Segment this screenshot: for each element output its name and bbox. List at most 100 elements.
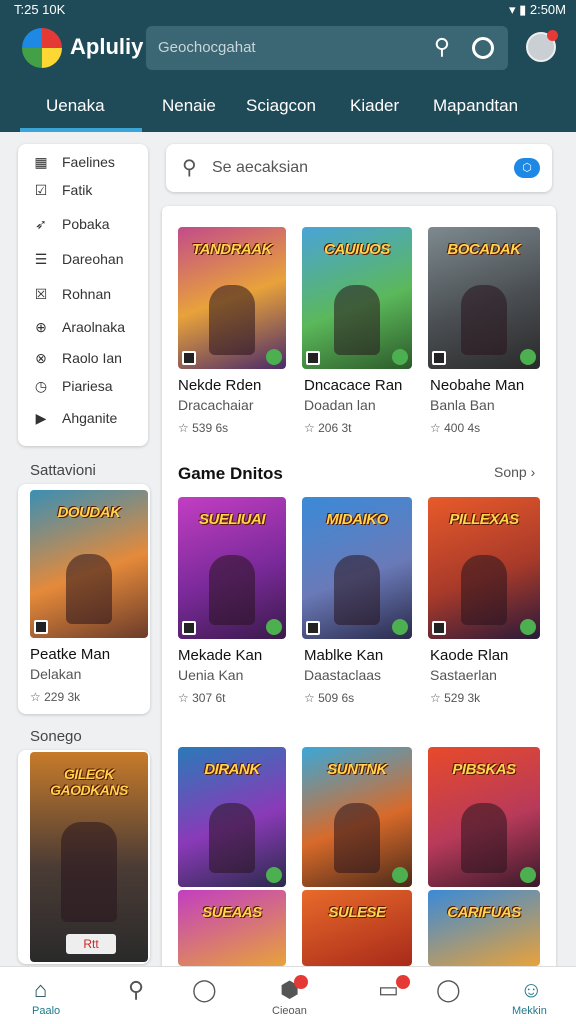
game-rating: ☆ 229 3k [30, 690, 81, 704]
nav-library[interactable]: ▭ [376, 967, 412, 1024]
check-box-icon: ☒ [34, 286, 48, 302]
verified-badge [266, 349, 282, 365]
game-name: Dncacace Ran [304, 377, 403, 394]
sidebar-item-2[interactable]: ➶ Pobaka [32, 216, 109, 233]
top-search-placeholder: Geochocgahat [158, 39, 256, 56]
game-thumbnail-r3-1[interactable]: SUNTNK [302, 747, 412, 887]
game-name: Mekade Kan [178, 647, 263, 664]
nav-profile[interactable]: ☺ Mekkin [508, 967, 558, 1024]
game-thumbnail-r2-1[interactable]: MIDAIKO [302, 497, 412, 639]
nav-games[interactable]: ⬢ Cieoan [270, 967, 316, 1024]
game-thumbnail-r1-2[interactable]: BOCADAK [428, 227, 540, 369]
content-search-bar[interactable]: ⚲ Se aecaksian ⬡ [166, 144, 552, 192]
game-sub: Daastaclaas [304, 667, 382, 683]
tab-0[interactable]: Uenaka [46, 96, 105, 116]
circle-icon[interactable] [472, 37, 494, 59]
send-icon: ➶ [35, 216, 47, 232]
app-header: Apluliy Geochocgahat ⚲ [0, 20, 576, 76]
see-more-link[interactable]: Sonp › [494, 464, 535, 480]
game-name: Neobahe Man [430, 377, 525, 394]
filter-icon[interactable]: ⬡ [514, 158, 540, 178]
sidebar-item-8[interactable]: ▶ Ahganite [32, 410, 118, 427]
active-tab-indicator [20, 128, 142, 132]
nav-home[interactable]: ⌂ Paalo [22, 967, 68, 1024]
verified-badge [520, 349, 536, 365]
top-search-bar[interactable]: Geochocgahat ⚲ [146, 26, 508, 70]
tab-1[interactable]: Nenaie [162, 96, 216, 116]
search-icon: ⚲ [182, 157, 197, 179]
verified-badge [392, 619, 408, 635]
sidebar-item-4[interactable]: ☒ Rohnan [32, 286, 111, 303]
search-icon[interactable]: ⚲ [434, 34, 450, 60]
globe-icon: ⊗ [35, 350, 47, 366]
game-name: Nekde Rden [178, 377, 262, 394]
game-rating: ☆ 206 3t [304, 421, 352, 435]
status-time: T:25 10K [14, 2, 66, 17]
star-icon: ☆ [178, 691, 193, 705]
game-rating: ☆ 539 6s [178, 421, 229, 435]
status-indicators: ▾ ▮ 2:50M [508, 2, 566, 17]
verified-badge [266, 867, 282, 883]
grid-icon: ▦ [34, 154, 48, 170]
character-figure [61, 822, 117, 922]
game-thumbnail-r4-2[interactable]: CARIFUAS [428, 890, 540, 966]
feature-button[interactable]: Rtt [66, 934, 116, 954]
circle-icon[interactable]: ◯ [192, 977, 217, 1003]
character-figure [66, 554, 112, 624]
circle-icon[interactable]: ◯ [436, 977, 461, 1003]
notification-badge [396, 975, 410, 989]
verified-badge [266, 619, 282, 635]
check-box-icon: ☑ [34, 182, 48, 198]
game-sub: Uenia Kan [178, 667, 244, 683]
game-name: Mablke Kan [304, 647, 384, 664]
profile-icon: ☺ [520, 977, 543, 1002]
tab-4[interactable]: Mapandtan [433, 96, 518, 116]
game-thumbnail-r1-0[interactable]: TANDRAAK [178, 227, 286, 369]
sidebar-menu: ▦ Faelines ☑ Fatik ➶ Pobaka ☰ Dareohan ☒ Rohn… [18, 144, 148, 446]
star-icon: ☆ [30, 690, 45, 704]
corner-icon [182, 351, 196, 365]
game-sub: Banla Ban [430, 397, 495, 413]
notification-badge [294, 975, 308, 989]
game-rating: ☆ 529 3k [430, 691, 481, 705]
feature-thumbnail[interactable]: GILECK GAODKANS Rtt [30, 752, 148, 962]
search-icon[interactable]: ⚲ [128, 977, 144, 1003]
sidebar-item-0[interactable]: ▦ Faelines [32, 154, 115, 171]
sidebar-item-5[interactable]: ⊕ Araolnaka [32, 319, 125, 336]
tab-3[interactable]: Kiader [350, 96, 399, 116]
game-thumbnail-r2-0[interactable]: SUELIUAI [178, 497, 286, 639]
game-thumbnail-r1-1[interactable]: CAUIUOS [302, 227, 412, 369]
bottom-nav: ⌂ Paalo ⚲ ◯ ⬢ Cieoan ▭ ◯ ☺ Mekkin [0, 966, 576, 1024]
star-icon: ☆ [430, 421, 445, 435]
game-thumbnail[interactable]: DOUDAK [30, 490, 148, 638]
game-rating: ☆ 307 6t [178, 691, 226, 705]
star-icon: ☆ [178, 421, 193, 435]
game-sub: Sastaerlan [430, 667, 497, 683]
sidebar-item-1[interactable]: ☑ Fatik [32, 182, 93, 199]
game-thumbnail-r3-2[interactable]: PIBSKAS [428, 747, 540, 887]
sidebar-item-6[interactable]: ⊗ Raolo Ian [32, 350, 122, 367]
game-rating: ☆ 400 4s [430, 421, 481, 435]
sidebar-item-3[interactable]: ☰ Dareohan [32, 251, 124, 268]
tab-bar: Uenaka Nenaie Sciagcon Kiader Mapandtan [0, 76, 576, 132]
verified-badge [392, 349, 408, 365]
list-icon: ☰ [34, 251, 48, 267]
game-sub: Delakan [30, 666, 82, 682]
section-label-left-2: Sonego [30, 728, 82, 745]
star-icon: ☆ [304, 691, 319, 705]
game-thumbnail-r4-1[interactable]: SULESE [302, 890, 412, 966]
tab-2[interactable]: Sciagcon [246, 96, 316, 116]
home-icon: ⌂ [34, 977, 48, 1002]
chevron-right-icon: › [526, 464, 536, 480]
avatar[interactable] [526, 30, 558, 62]
download-icon: ⊕ [35, 319, 47, 335]
game-thumbnail-r2-2[interactable]: PILLEXAS [428, 497, 540, 639]
verified-badge [520, 619, 536, 635]
sidebar-item-7[interactable]: ◷ Piariesa [32, 378, 113, 395]
left-game-card[interactable]: DOUDAK Peatke Man Delakan ☆ 229 3k [18, 484, 150, 714]
game-thumbnail-r3-0[interactable]: DIRANK [178, 747, 286, 887]
game-thumbnail-r4-0[interactable]: SUEAAS [178, 890, 286, 966]
game-name: Kaode Rlan [430, 647, 509, 664]
app-logo [22, 28, 62, 68]
left-feature-card[interactable]: GILECK GAODKANS Rtt [18, 750, 150, 964]
